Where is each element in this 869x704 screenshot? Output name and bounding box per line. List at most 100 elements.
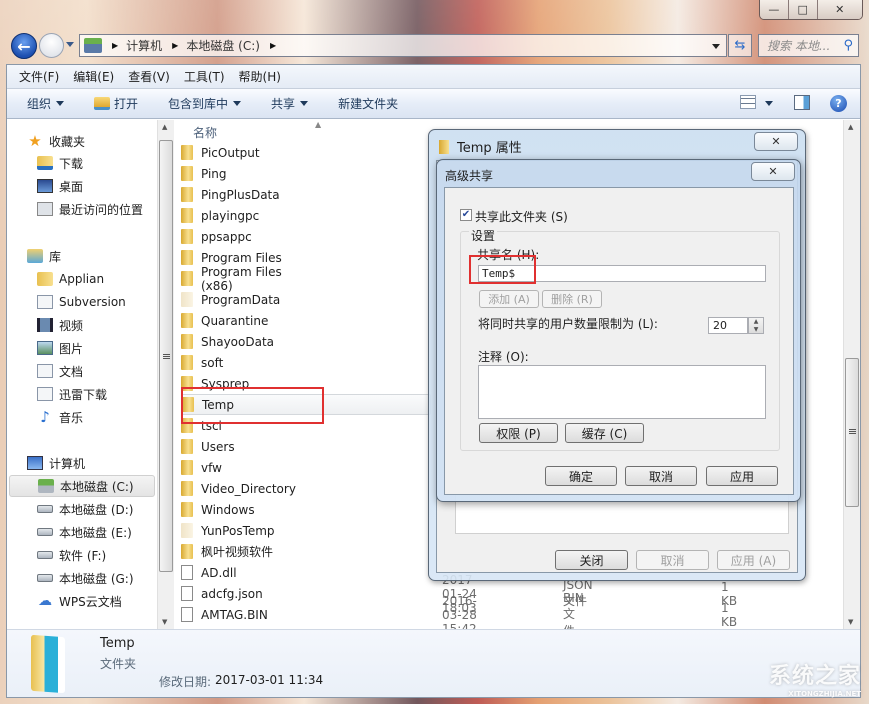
scroll-down-icon[interactable]: ▼ (162, 618, 167, 626)
file-row[interactable]: 枫叶视频软件 (181, 541, 311, 562)
cloud-icon: ☁ (38, 593, 52, 609)
menu-view[interactable]: 查看(V) (128, 68, 170, 85)
file-row[interactable]: Users (181, 436, 311, 457)
preview-pane-icon[interactable] (794, 95, 810, 110)
menu-help[interactable]: 帮助(H) (239, 68, 281, 85)
sidebar-computer[interactable]: 计算机 (27, 452, 175, 474)
add-share-name-button[interactable]: 添加 (A) (479, 290, 539, 308)
nav-pane-scrollbar[interactable]: ▲ ▼ (157, 120, 174, 629)
file-row[interactable]: AD.dll (181, 562, 311, 583)
comment-textarea[interactable] (478, 365, 766, 419)
address-bar[interactable]: ▶ 计算机 ▶ 本地磁盘 (C:) ▶ (79, 34, 727, 57)
forward-button[interactable] (39, 33, 64, 58)
properties-close-button[interactable]: ✕ (754, 132, 798, 151)
share-folder-checkbox[interactable]: ✔ (460, 209, 472, 221)
user-limit-spinner[interactable]: ▲ ▼ (748, 317, 764, 334)
include-in-library-button[interactable]: 包含到库中 (168, 95, 242, 112)
address-dropdown-icon[interactable] (712, 44, 720, 49)
caching-button[interactable]: 缓存 (C) (565, 423, 644, 443)
watermark-logo: 系统之家 XITONGZHIJIA.NET (769, 658, 861, 698)
file-list-scrollbar[interactable]: ▲ ▼ (843, 120, 860, 629)
apply-button[interactable]: 应用 (706, 466, 778, 486)
search-input[interactable]: 搜索 本地... ⚲ (758, 34, 859, 57)
sidebar-item-drive-c[interactable]: 本地磁盘 (C:) (9, 475, 155, 497)
sidebar-label: 文档 (59, 364, 84, 379)
file-row[interactable]: AMTAG.BIN2016-03-28 15:42BIN 文件1 KB (181, 591, 737, 638)
highlight-box-temp (181, 387, 324, 424)
menu-file[interactable]: 文件(F) (19, 68, 59, 85)
file-row[interactable]: adcfg.json2017-01-24 18:03JSON 文件1 KB (181, 573, 737, 615)
user-limit-input[interactable]: 20 (708, 317, 748, 334)
close-window-button[interactable]: ✕ (817, 0, 862, 19)
file-row[interactable]: ShayooData (181, 331, 311, 352)
minimize-button[interactable]: — (760, 0, 789, 19)
sidebar-label: Applian (59, 272, 105, 286)
view-options-dropdown-icon[interactable] (765, 101, 773, 106)
folder-icon (181, 313, 193, 328)
properties-close-action-button[interactable]: 关闭 (555, 550, 628, 570)
back-button[interactable]: ← (11, 33, 37, 59)
menu-edit[interactable]: 编辑(E) (73, 68, 114, 85)
highlight-box-share-name (469, 255, 536, 284)
scroll-up-icon[interactable]: ▲ (848, 123, 853, 131)
file-row[interactable]: Ping (181, 163, 311, 184)
file-row[interactable]: Windows (181, 499, 311, 520)
advanced-sharing-body: ✔ 共享此文件夹 (S) 设置 共享名 (H): Temp$ 添加 (A) 删除… (444, 187, 794, 495)
breadcrumb-chevron-icon[interactable]: ▶ (270, 41, 276, 50)
folder-icon (181, 523, 193, 538)
refresh-icon: ⇆ (734, 38, 746, 53)
open-label: 打开 (114, 97, 139, 111)
scroll-thumb[interactable] (845, 358, 859, 507)
cancel-button[interactable]: 取消 (625, 466, 697, 486)
file-row[interactable]: Quarantine (181, 310, 311, 331)
file-row[interactable]: PicOutput (181, 142, 311, 163)
scroll-up-icon[interactable]: ▲ (162, 123, 167, 131)
file-row[interactable]: soft (181, 352, 311, 373)
recent-pages-dropdown[interactable] (66, 42, 74, 47)
advanced-sharing-close-button[interactable]: ✕ (751, 162, 795, 181)
help-icon[interactable]: ? (830, 95, 847, 112)
open-button[interactable]: 打开 (94, 95, 138, 112)
breadcrumb-chevron-icon[interactable]: ▶ (112, 41, 118, 50)
remove-share-name-button[interactable]: 删除 (R) (542, 290, 602, 308)
new-folder-button[interactable]: 新建文件夹 (338, 95, 398, 112)
folder-icon (181, 166, 193, 181)
breadcrumb-computer[interactable]: 计算机 (126, 37, 162, 54)
menu-tools[interactable]: 工具(T) (184, 68, 225, 85)
file-row[interactable]: vfw (181, 457, 311, 478)
recent-places-icon (37, 202, 53, 216)
organize-button[interactable]: 组织 (27, 95, 65, 112)
file-row[interactable]: ProgramData (181, 289, 311, 310)
file-row[interactable]: Program Files (x86) (181, 265, 311, 293)
column-header-name[interactable]: 名称 (193, 124, 217, 141)
file-row[interactable]: YunPosTemp (181, 520, 311, 541)
share-with-button[interactable]: 共享 (271, 95, 309, 112)
sidebar-label: 图片 (59, 341, 84, 356)
sidebar-favorites[interactable]: ★ 收藏夹 (27, 130, 175, 152)
folder-icon (181, 481, 193, 496)
organize-label: 组织 (27, 97, 52, 111)
file-row[interactable]: ppsappc (181, 226, 311, 247)
file-row[interactable]: Video_Directory (181, 478, 311, 499)
ok-button[interactable]: 确定 (545, 466, 617, 486)
maximize-button[interactable]: □ (788, 0, 818, 19)
file-row[interactable]: playingpc (181, 205, 311, 226)
change-view-icon[interactable] (740, 95, 756, 109)
properties-cancel-button[interactable]: 取消 (636, 550, 709, 570)
scroll-thumb[interactable] (159, 140, 173, 572)
properties-apply-button[interactable]: 应用 (A) (717, 550, 790, 570)
folder-icon (181, 229, 193, 244)
file-row[interactable]: PingPlusData (181, 184, 311, 205)
libraries-icon (27, 249, 43, 263)
include-library-label: 包含到库中 (168, 97, 229, 111)
scroll-down-icon[interactable]: ▼ (848, 618, 853, 626)
folder-icon (181, 187, 193, 202)
breadcrumb-chevron-icon[interactable]: ▶ (172, 41, 178, 50)
search-icon[interactable]: ⚲ (843, 38, 853, 53)
sidebar-label: 视频 (59, 318, 84, 333)
sidebar-libraries[interactable]: 库 (27, 245, 175, 267)
refresh-button[interactable]: ⇆ (728, 34, 752, 57)
folder-icon (181, 460, 193, 475)
breadcrumb-drive-c[interactable]: 本地磁盘 (C:) (186, 37, 260, 54)
permissions-button[interactable]: 权限 (P) (479, 423, 558, 443)
